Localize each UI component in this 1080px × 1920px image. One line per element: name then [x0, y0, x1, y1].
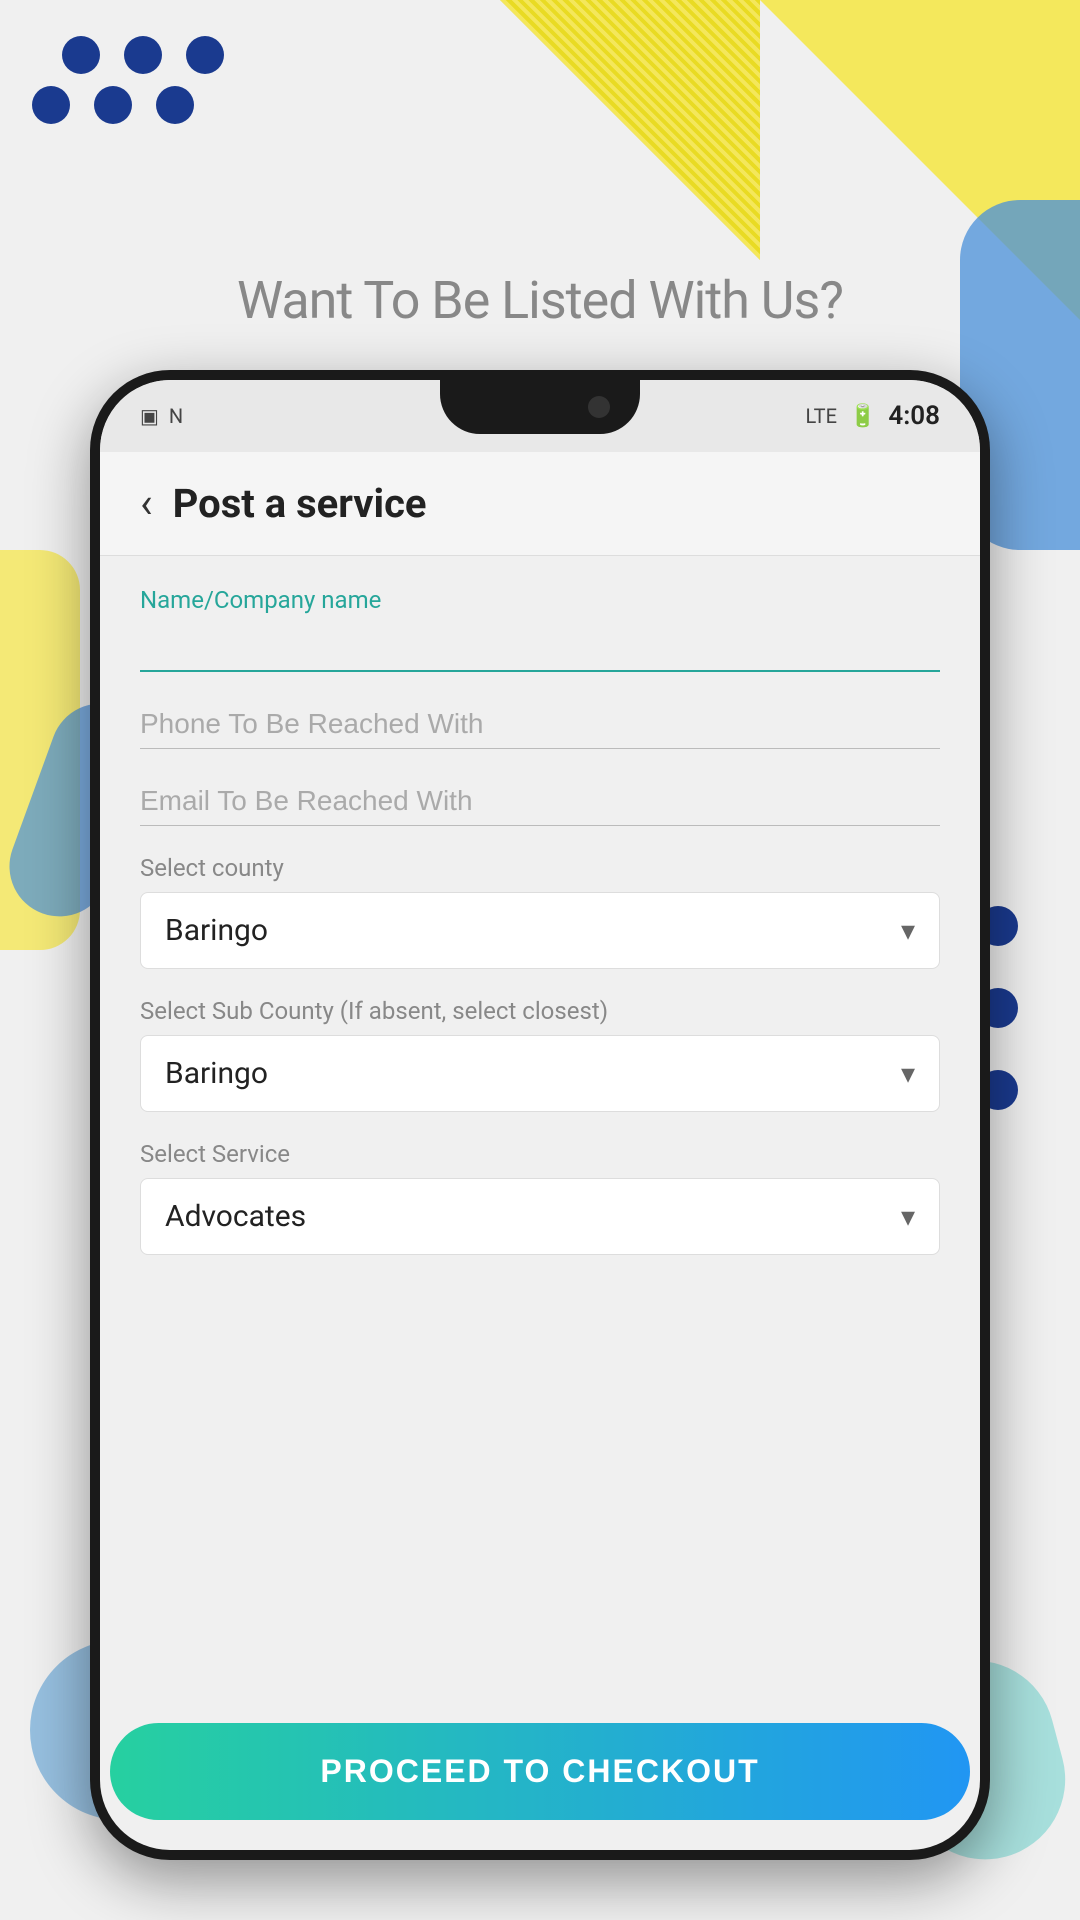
phone-input[interactable]	[140, 700, 940, 749]
service-value: Advocates	[165, 1199, 306, 1234]
n-icon: N	[169, 404, 183, 428]
chevron-down-icon: ▾	[901, 914, 915, 947]
email-input[interactable]	[140, 777, 940, 826]
service-select[interactable]: Advocates ▾	[140, 1178, 940, 1255]
dot	[94, 86, 132, 124]
camera	[588, 396, 610, 418]
status-right: LTE 🔋 4:08	[806, 401, 940, 431]
county-label: Select county	[140, 854, 940, 882]
dot	[62, 36, 100, 74]
bg-dots	[50, 30, 236, 130]
chevron-down-icon: ▾	[901, 1057, 915, 1090]
name-label: Name/Company name	[140, 586, 940, 614]
status-left: ▣ N	[140, 404, 183, 428]
dot	[124, 36, 162, 74]
proceed-button[interactable]: PROCEED TO CHECKOUT	[110, 1723, 970, 1820]
sim-icon: ▣	[140, 404, 159, 428]
phone-mockup: ▣ N LTE 🔋 4:08 ‹ Post a service Name/Com…	[90, 370, 990, 1860]
county-field-container: Select county Baringo ▾	[140, 854, 940, 969]
dot	[186, 36, 224, 74]
service-field-container: Select Service Advocates ▾	[140, 1140, 940, 1255]
name-field-container: Name/Company name	[140, 586, 940, 672]
back-button[interactable]: ‹	[140, 483, 153, 525]
service-label: Select Service	[140, 1140, 940, 1168]
chevron-down-icon: ▾	[901, 1200, 915, 1233]
proceed-button-label: PROCEED TO CHECKOUT	[320, 1753, 759, 1789]
battery-icon: 🔋	[849, 404, 876, 429]
county-value: Baringo	[165, 913, 268, 948]
dot	[156, 86, 194, 124]
form-content: Name/Company name Select county Baringo …	[100, 556, 980, 1723]
phone-field-container	[140, 700, 940, 749]
app-header: ‹ Post a service	[100, 452, 980, 556]
name-input[interactable]	[140, 622, 940, 672]
county-select[interactable]: Baringo ▾	[140, 892, 940, 969]
notch	[440, 380, 640, 434]
screen-title: Post a service	[173, 480, 427, 527]
page-title: Want To Be Listed With Us?	[0, 270, 1080, 331]
status-bar: ▣ N LTE 🔋 4:08	[100, 380, 980, 452]
signal-icon: LTE	[806, 404, 837, 428]
email-field-container	[140, 777, 940, 826]
sub-county-select[interactable]: Baringo ▾	[140, 1035, 940, 1112]
phone-screen: ▣ N LTE 🔋 4:08 ‹ Post a service Name/Com…	[100, 380, 980, 1850]
dot	[32, 86, 70, 124]
sub-county-value: Baringo	[165, 1056, 268, 1091]
sub-county-field-container: Select Sub County (If absent, select clo…	[140, 997, 940, 1112]
time-display: 4:08	[888, 401, 940, 431]
sub-county-label: Select Sub County (If absent, select clo…	[140, 997, 940, 1025]
